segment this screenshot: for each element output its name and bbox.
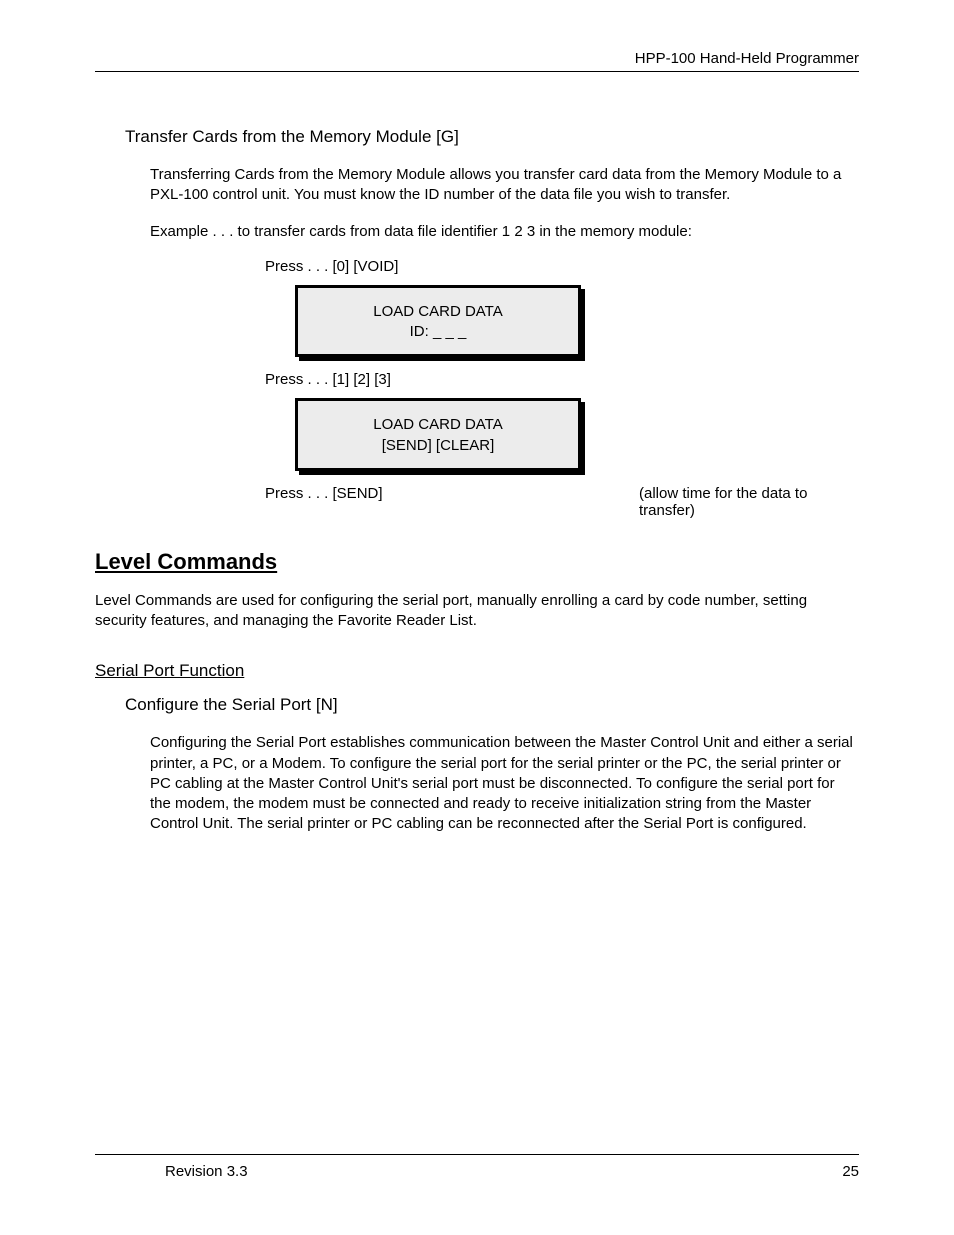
lcd-display-2-wrap: LOAD CARD DATA [SEND] [CLEAR]	[295, 398, 859, 471]
footer-revision: Revision 3.3	[165, 1163, 248, 1180]
press-step-1: Press . . . [0] [VOID]	[265, 258, 859, 275]
transfer-para-1: Transferring Cards from the Memory Modul…	[150, 165, 859, 206]
lcd2-line2: [SEND] [CLEAR]	[298, 436, 578, 456]
heading-serial-port-function: Serial Port Function	[95, 661, 859, 681]
heading-level-commands: Level Commands	[95, 549, 859, 575]
lcd1-line2: ID: _ _ _	[298, 322, 578, 342]
page-container: HPP-100 Hand-Held Programmer Transfer Ca…	[0, 0, 954, 1235]
lcd2-line1: LOAD CARD DATA	[298, 415, 578, 435]
press-step-3-left: Press . . . [SEND]	[265, 485, 383, 519]
configure-serial-para: Configuring the Serial Port establishes …	[150, 733, 859, 834]
lcd-display-2: LOAD CARD DATA [SEND] [CLEAR]	[295, 398, 581, 471]
press-step-3-right: (allow time for the data to transfer)	[639, 485, 859, 519]
lcd1-line1: LOAD CARD DATA	[298, 302, 578, 322]
footer-page-number: 25	[842, 1163, 859, 1180]
level-commands-para: Level Commands are used for configuring …	[95, 591, 859, 632]
press-step-3-row: Press . . . [SEND] (allow time for the d…	[265, 485, 859, 519]
section-title-configure-serial: Configure the Serial Port [N]	[125, 695, 859, 715]
lcd-display-1: LOAD CARD DATA ID: _ _ _	[295, 285, 581, 358]
header-title: HPP-100 Hand-Held Programmer	[635, 50, 859, 67]
section-title-transfer: Transfer Cards from the Memory Module [G…	[125, 127, 859, 147]
page-header: HPP-100 Hand-Held Programmer	[95, 50, 859, 72]
page-footer: Revision 3.3 25	[95, 1154, 859, 1180]
lcd-display-1-wrap: LOAD CARD DATA ID: _ _ _	[295, 285, 859, 358]
press-step-2: Press . . . [1] [2] [3]	[265, 371, 859, 388]
transfer-para-2: Example . . . to transfer cards from dat…	[150, 222, 859, 242]
